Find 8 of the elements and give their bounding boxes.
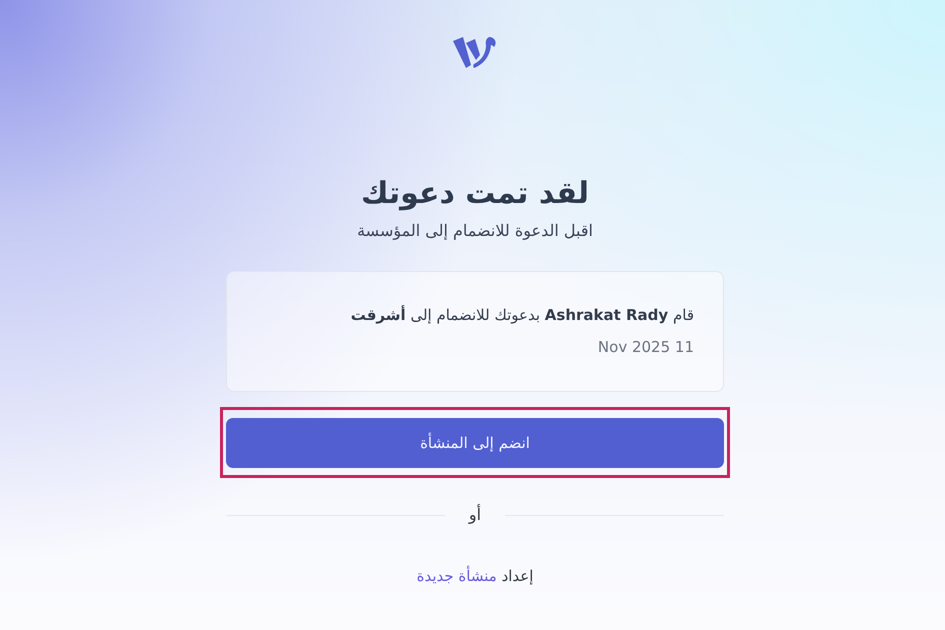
new-organization-link[interactable]: منشأة جديدة	[416, 567, 497, 585]
page-title: لقد تمت دعوتك	[360, 175, 590, 213]
setup-prompt: إعداد منشأة جديدة	[416, 564, 534, 587]
logo-icon	[452, 36, 498, 69]
invitation-date: Nov 2025 11	[598, 337, 694, 358]
page-subtitle: اقبل الدعوة للانضمام إلى المؤسسة	[357, 220, 593, 242]
join-button[interactable]: انضم إلى المنشأة	[226, 418, 724, 468]
or-label: أو	[468, 503, 482, 526]
